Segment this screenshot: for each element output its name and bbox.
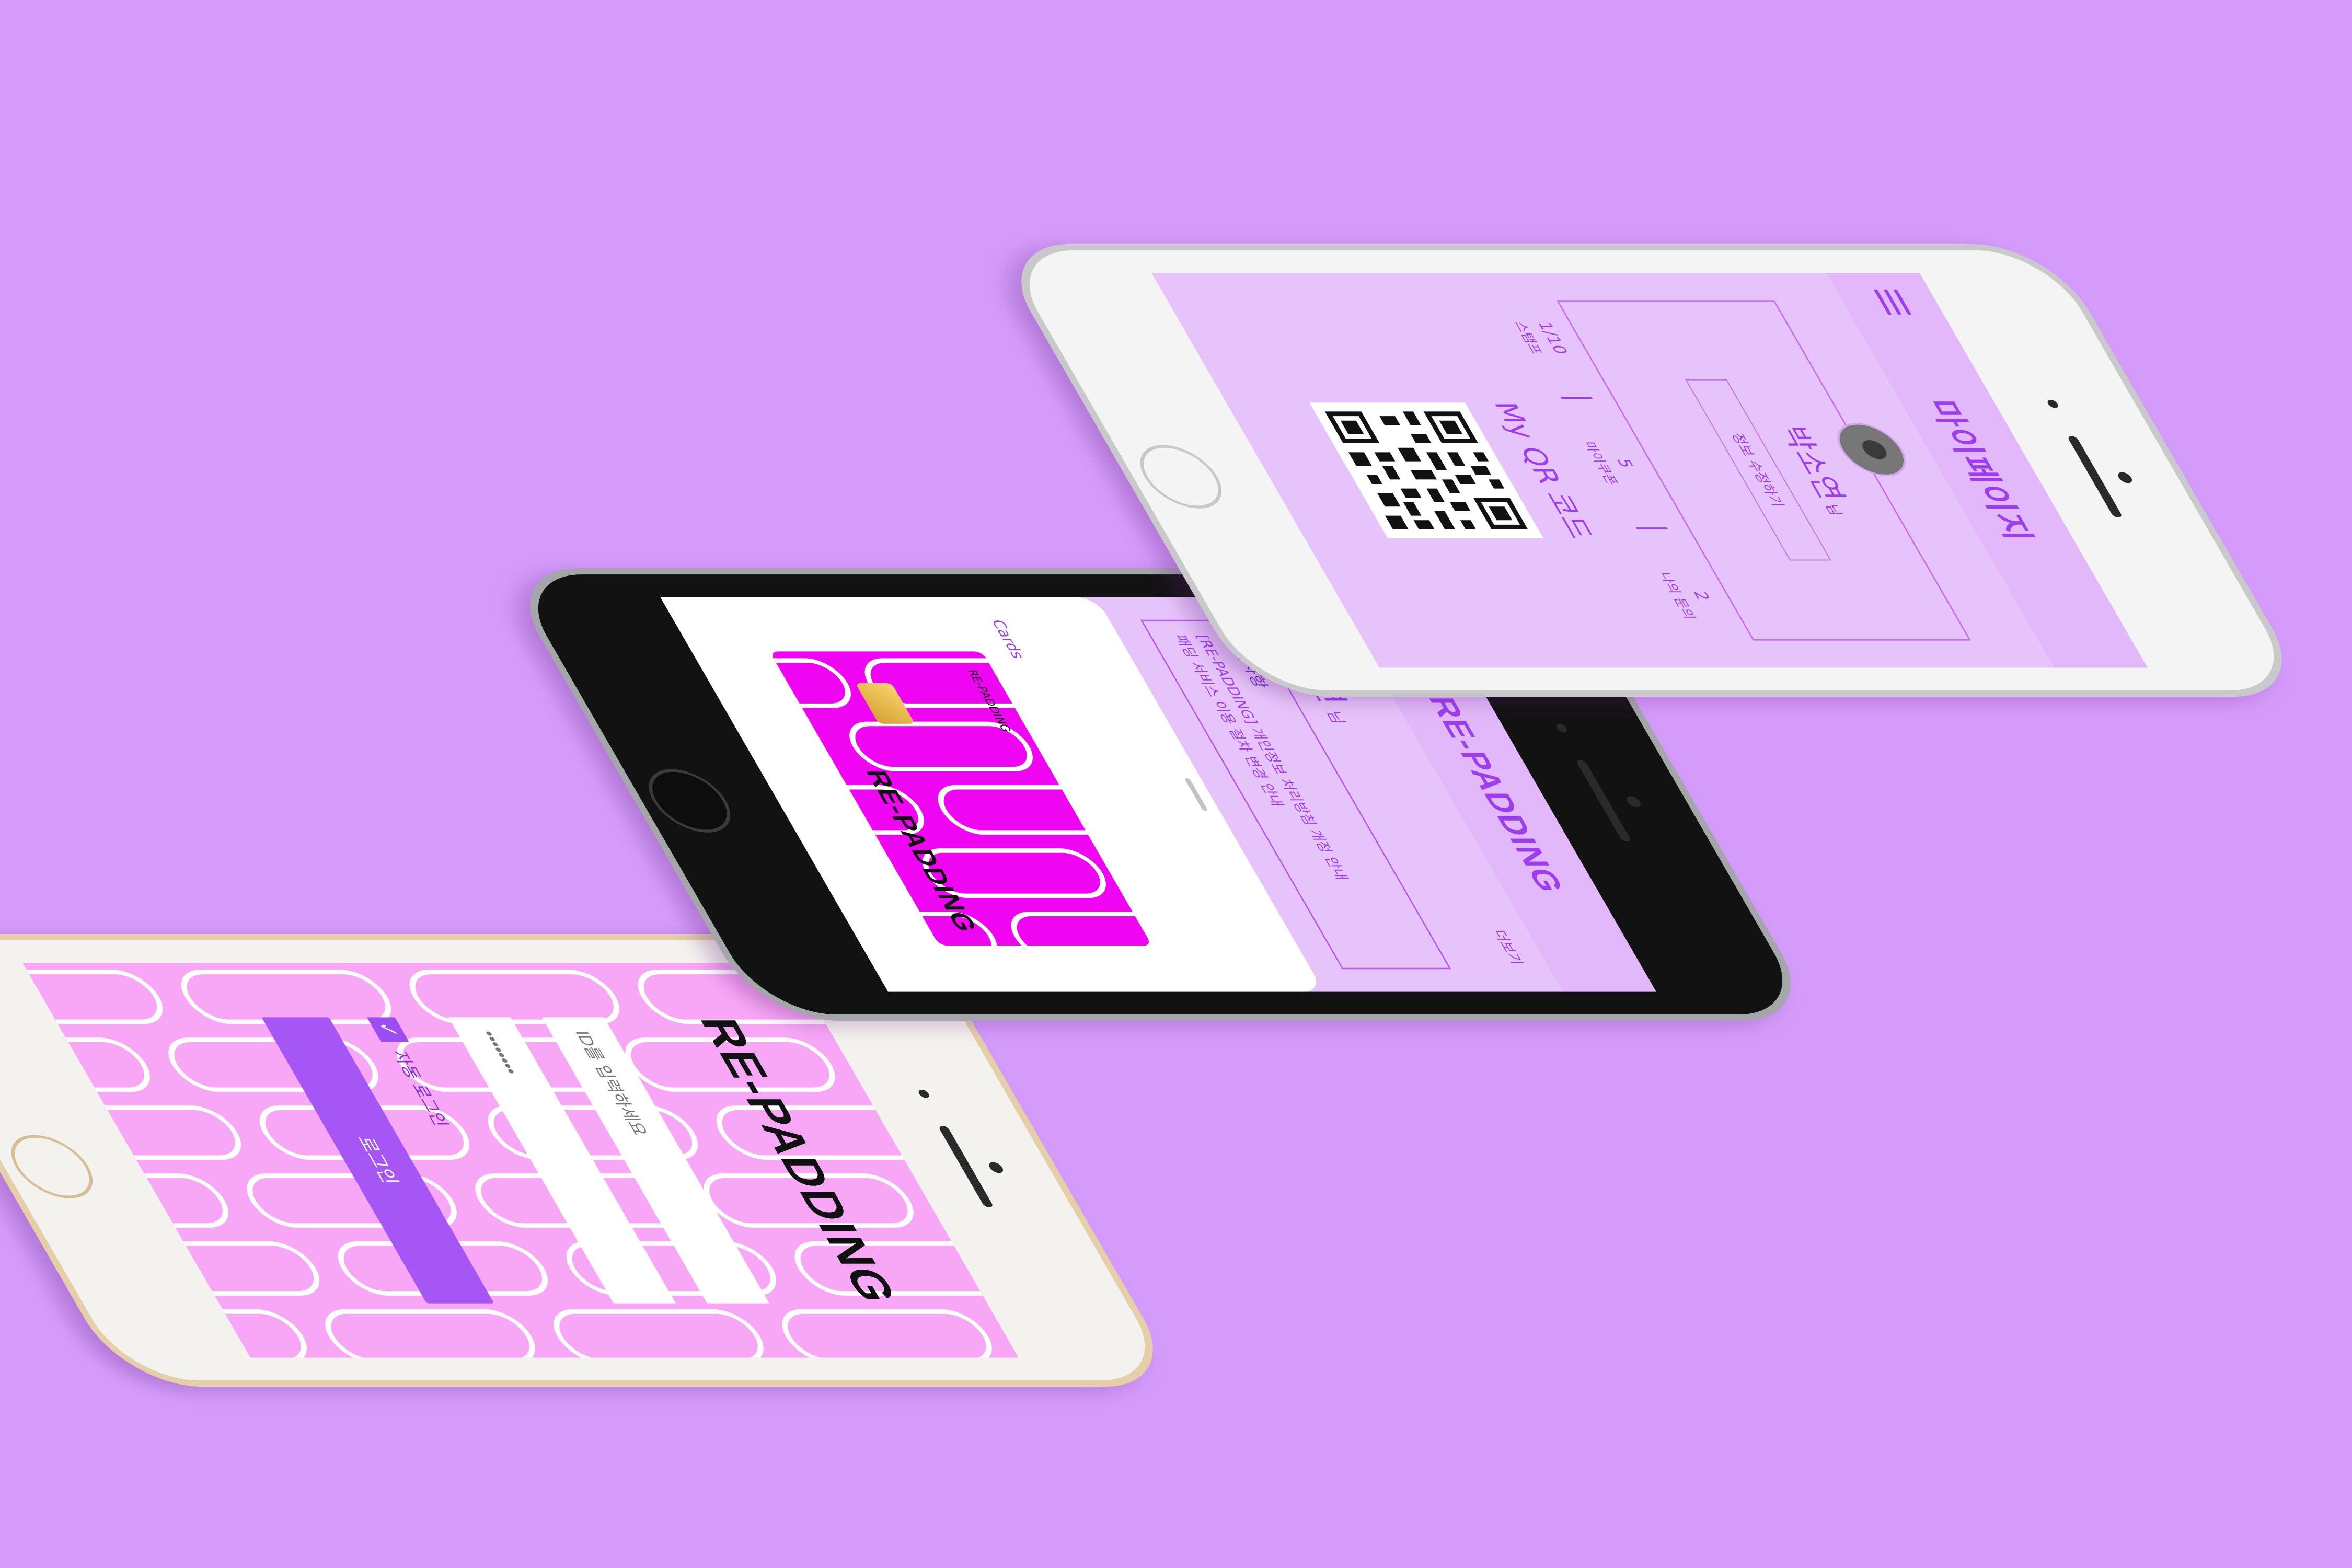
front-camera <box>1624 796 1643 808</box>
home-button[interactable] <box>0 1135 107 1198</box>
stat-coupon[interactable]: 5 마이쿠폰 <box>1579 442 1647 485</box>
sheet-drag-handle[interactable] <box>1184 778 1208 811</box>
stat-inquiry[interactable]: 2 나의 문의 <box>1655 572 1725 619</box>
home-button[interactable] <box>635 769 744 833</box>
profile-user-suffix: 님 <box>1821 504 1846 516</box>
proximity-sensor <box>1554 723 1569 732</box>
user-suffix: 님 <box>1322 710 1350 724</box>
mockup-stage: RE-PADDING ✓ 자동 로그인 로그인 RE-PADDING <box>0 0 2352 1568</box>
stat-divider <box>1560 397 1593 399</box>
home-button[interactable] <box>1126 445 1236 509</box>
earpiece-speaker <box>938 1126 995 1208</box>
earpiece-speaker <box>1575 760 1632 842</box>
stat-divider <box>1635 527 1668 529</box>
more-link[interactable]: 더보기 <box>1488 930 1529 965</box>
proximity-sensor <box>917 1089 931 1098</box>
mypage-screen: 마이페이지 박소연님 정보 수정하기 1/10 스탬프 5 마이쿠폰 2 나의 … <box>1151 273 2148 668</box>
proximity-sensor <box>2046 399 2060 408</box>
membership-card[interactable]: RE-PADDING RE-PADDING <box>769 651 1152 946</box>
earpiece-speaker <box>2067 436 2124 518</box>
cards-label: Cards <box>987 619 1028 659</box>
stat-stamp[interactable]: 1/10 스탬프 <box>1510 321 1572 354</box>
front-camera <box>986 1162 1006 1173</box>
front-camera <box>2115 472 2135 483</box>
